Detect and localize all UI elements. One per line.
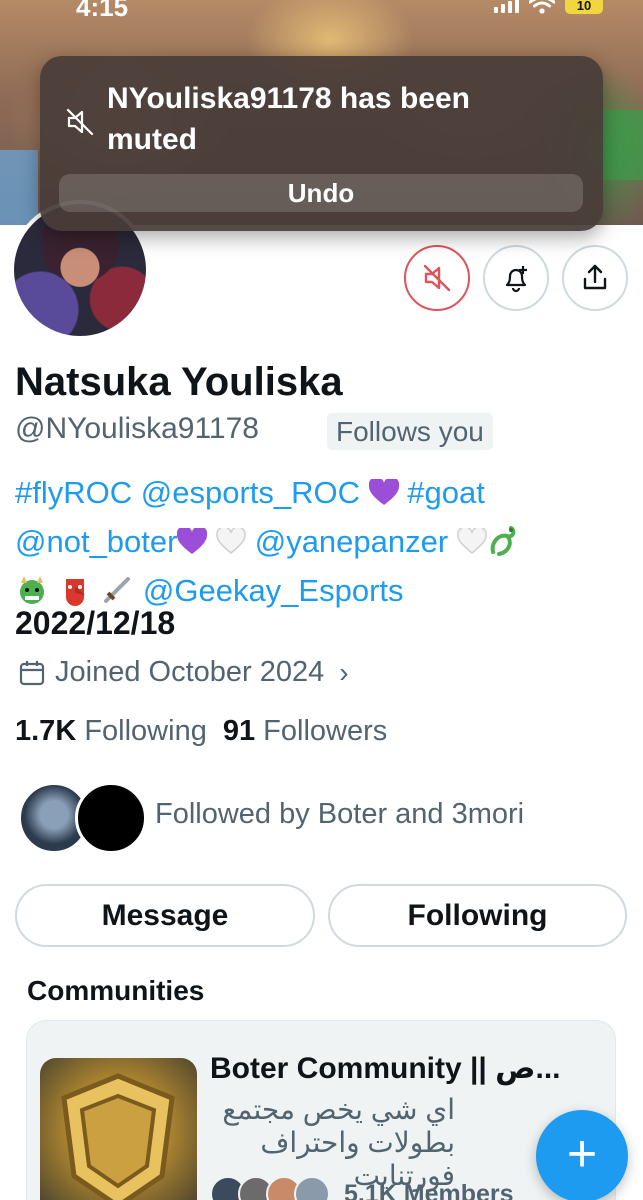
share-icon — [583, 264, 607, 290]
follows-you-badge: Follows you — [327, 413, 493, 450]
status-bar: 4:15 10 — [0, 0, 643, 22]
avatar — [75, 782, 147, 854]
dragon-icon — [490, 526, 516, 556]
community-members-row: 5.1K Members — [210, 1176, 514, 1200]
notifications-button[interactable] — [483, 245, 549, 311]
mute-icon — [66, 108, 94, 136]
bio-mention[interactable]: @yanepanzer — [255, 524, 448, 559]
shield-icon — [61, 1073, 175, 1200]
joined-date[interactable]: Joined October 2024 › — [18, 656, 349, 689]
community-image — [40, 1058, 197, 1200]
bio-date: 2022/12/18 — [15, 605, 176, 641]
white-heart-icon — [457, 528, 487, 554]
mute-toast: NYouliska91178 has been muted Undo — [40, 56, 603, 231]
toast-message: NYouliska91178 has been muted — [107, 82, 470, 156]
status-icons: 10 — [494, 0, 603, 14]
share-button[interactable] — [562, 245, 628, 311]
status-time: 4:15 — [76, 0, 129, 22]
white-heart-icon — [216, 528, 246, 554]
ogre-icon — [20, 576, 44, 604]
purple-heart-icon — [368, 479, 399, 505]
joined-text: Joined October 2024 — [55, 656, 325, 688]
profile-page: 4:15 10 Natsuka Youliska @NYouliska91178… — [0, 0, 643, 1200]
avatar — [294, 1176, 330, 1200]
followed-by-text: Followed by Boter and 3mori — [155, 798, 525, 830]
goblin-icon — [65, 579, 85, 606]
bio-mention[interactable]: @Geekay_Esports — [143, 573, 404, 608]
display-name: Natsuka Youliska — [15, 360, 343, 404]
unmute-button[interactable] — [404, 245, 470, 311]
undo-button[interactable]: Undo — [59, 174, 583, 212]
notifications-icon — [505, 266, 527, 293]
compose-button[interactable]: + — [536, 1110, 628, 1200]
bio-hashtag[interactable]: #goat — [407, 475, 485, 510]
profile-handle: @NYouliska91178 — [15, 412, 259, 445]
community-card[interactable]: Boter Community || ص... اي شي يخص مجتمع … — [26, 1020, 616, 1200]
followed-by[interactable]: Followed by Boter and 3mori — [18, 782, 638, 856]
bio-mention[interactable]: @not_boter — [15, 524, 177, 559]
unmute-icon — [423, 264, 451, 292]
bio-mention[interactable]: @esports_ROC — [141, 475, 360, 510]
following-stat[interactable]: 1.7K Following — [15, 715, 207, 748]
wifi-icon — [529, 0, 555, 14]
battery-icon: 10 — [565, 0, 603, 14]
purple-heart-icon — [177, 528, 208, 554]
following-button[interactable]: Following — [328, 884, 627, 947]
dagger-icon — [104, 577, 131, 603]
signal-icon — [494, 0, 519, 13]
follow-stats: 1.7K Following 91 Followers — [15, 715, 387, 748]
calendar-icon — [19, 660, 45, 685]
followers-stat[interactable]: 91 Followers — [223, 715, 387, 748]
bio-hashtag[interactable]: #flyROC — [15, 475, 132, 510]
profile-bio: #flyROC @esports_ROC #goat @not_boter @y… — [15, 468, 630, 615]
community-members: 5.1K Members — [344, 1179, 514, 1200]
message-button[interactable]: Message — [15, 884, 315, 947]
communities-title: Communities — [27, 975, 205, 1006]
community-name: Boter Community || ص... — [210, 1052, 561, 1085]
chevron-right-icon: › — [339, 656, 349, 688]
